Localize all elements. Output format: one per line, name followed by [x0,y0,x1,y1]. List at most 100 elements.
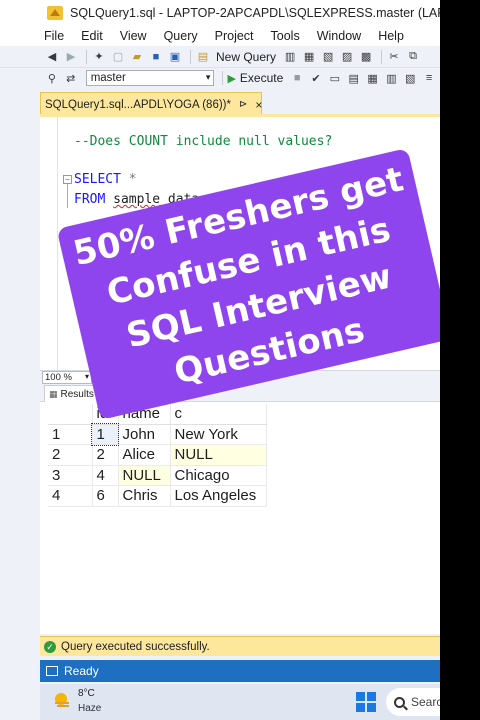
estimated-plan-icon[interactable]: ▭ [327,70,343,86]
cell-city[interactable]: New York [170,424,267,445]
document-tab-strip: SQLQuery1.sql...APDL\YOGA (86))* ⊳ × [0,90,440,116]
cell-city[interactable]: Chicago [170,465,267,486]
results-grid: id name c 1 1 John New York 2 2 Alice NU… [40,402,440,634]
query-status-bar: ✓ Query executed successfully. [40,636,440,656]
comment-out-icon[interactable]: ≡ [421,70,437,86]
taskbar-search-box[interactable]: Searc [386,688,440,716]
results-table: id name c 1 1 John New York 2 2 Alice NU… [48,404,267,507]
code-select-line[interactable]: SELECT * [74,172,137,187]
windows-start-icon[interactable] [356,692,376,712]
app-status-bar: Ready [40,660,440,682]
row-number[interactable]: 1 [48,424,93,445]
menu-project[interactable]: Project [215,29,254,43]
results-to-file-icon[interactable]: ▧ [402,70,418,86]
cell-name[interactable]: Alice [118,444,171,466]
mdx-query-icon[interactable]: ▦ [301,49,317,65]
table-row: 2 2 Alice NULL [48,444,267,466]
menu-tools[interactable]: Tools [271,29,300,43]
stop-icon[interactable]: ■ [289,70,305,86]
code-comment-line[interactable]: --Does COUNT include null values? [74,134,332,149]
search-label: Searc [411,695,440,709]
cut-icon[interactable]: ✂ [386,49,402,65]
menu-bar: File Edit View Query Project Tools Windo… [0,26,440,46]
dax-query-icon[interactable]: ▩ [358,49,374,65]
menu-help[interactable]: Help [378,29,404,43]
ssms-window: SQLQuery1.sql - LAPTOP-2APCAPDL\SQLEXPRE… [0,0,440,720]
cell-name[interactable]: John [118,424,171,445]
dmx-query-icon[interactable]: ▧ [320,49,336,65]
intellisense-icon[interactable]: ▦ [365,70,381,86]
xmla-query-icon[interactable]: ▨ [339,49,355,65]
table-row: 1 1 John New York [48,423,267,446]
menu-view[interactable]: View [120,29,147,43]
parse-icon[interactable]: ✔ [308,70,324,86]
available-databases-select[interactable]: master ▾ [85,70,215,86]
cell-name[interactable]: Chris [118,485,171,507]
sql-editor-toolbar: ⚲ ⇄ master ▾ ▶ Execute ■ ✔ ▭ ▤ ▦ ▥ ▧ ≡ [0,68,440,88]
new-query-icon[interactable]: ▤ [195,49,211,65]
select-columns: * [120,172,137,187]
cell-name[interactable]: NULL [118,465,171,486]
open-file-icon[interactable]: ▰ [129,49,145,65]
row-number-header [48,404,93,425]
cell-id[interactable]: 4 [92,465,119,486]
copy-icon[interactable]: ⧉ [405,49,421,65]
weather-haze-icon[interactable] [52,690,72,710]
pin-icon[interactable]: ⊳ [239,99,247,110]
execute-icon[interactable]: ▶ [227,72,235,85]
results-to-grid-icon[interactable]: ▥ [383,70,399,86]
cell-city[interactable]: NULL [170,444,267,466]
windows-taskbar: 8°C Haze Searc [40,684,440,720]
window-title: SQLQuery1.sql - LAPTOP-2APCAPDL\SQLEXPRE… [70,6,440,20]
change-connection-icon[interactable]: ⇄ [63,70,79,86]
row-number[interactable]: 2 [48,444,93,466]
zoom-select[interactable]: 100 % ▾ [42,371,92,384]
menu-window[interactable]: Window [317,29,361,43]
outline-line [67,184,68,208]
toolbar-separator [190,49,191,64]
toolbar-separator [86,49,87,64]
row-number[interactable]: 4 [48,485,93,507]
back-icon[interactable]: ◀ [44,49,60,65]
chevron-down-icon: ▾ [205,72,211,82]
query-status-text: Query executed successfully. [61,640,210,653]
toolbar-separator [222,71,224,85]
cell-id[interactable]: 2 [92,444,119,466]
weather-temperature[interactable]: 8°C [78,688,95,699]
close-icon[interactable]: × [255,98,262,112]
standard-toolbar: ◀ ▶ ✦ ▢ ▰ ■ ▣ ▤ New Query ▥ ▦ ▧ ▨ ▩ ✂ ⧉ [0,46,440,68]
execute-button[interactable]: Execute [240,71,283,85]
editor-gutter [40,117,58,370]
tab-results[interactable]: ▦ Results [44,385,99,402]
tab-sqlquery1[interactable]: SQLQuery1.sql...APDL\YOGA (86))* ⊳ × [40,92,262,116]
menu-edit[interactable]: Edit [81,29,103,43]
row-number[interactable]: 3 [48,465,93,486]
chevron-down-icon: ▾ [84,372,89,381]
database-engine-query-icon[interactable]: ▥ [282,49,298,65]
start-tile [356,703,365,712]
query-options-icon[interactable]: ▤ [346,70,362,86]
title-bar: SQLQuery1.sql - LAPTOP-2APCAPDL\SQLEXPRE… [0,0,440,26]
collapse-toggle-icon[interactable]: − [63,175,72,184]
search-icon [394,696,405,708]
cell-city[interactable]: Los Angeles [170,485,267,507]
tab-results-label: Results [60,388,94,400]
menu-file[interactable]: File [44,29,64,43]
new-project-icon[interactable]: ✦ [91,49,107,65]
save-icon[interactable]: ■ [148,49,164,65]
weather-condition[interactable]: Haze [78,703,101,714]
connect-icon[interactable]: ⚲ [44,70,60,86]
cell-id[interactable]: 1 [91,423,119,446]
toolbar-separator [381,49,383,64]
from-keyword: FROM [74,192,106,207]
start-tile [367,692,376,701]
new-query-button[interactable]: New Query [216,50,276,64]
cell-id[interactable]: 6 [92,485,119,507]
save-all-icon[interactable]: ▣ [167,49,183,65]
add-item-icon[interactable]: ▢ [110,49,126,65]
menu-query[interactable]: Query [164,29,198,43]
select-keyword: SELECT [74,172,121,187]
column-header-city[interactable]: c [170,404,267,425]
success-check-icon: ✓ [44,640,56,653]
forward-icon[interactable]: ▶ [63,49,79,65]
